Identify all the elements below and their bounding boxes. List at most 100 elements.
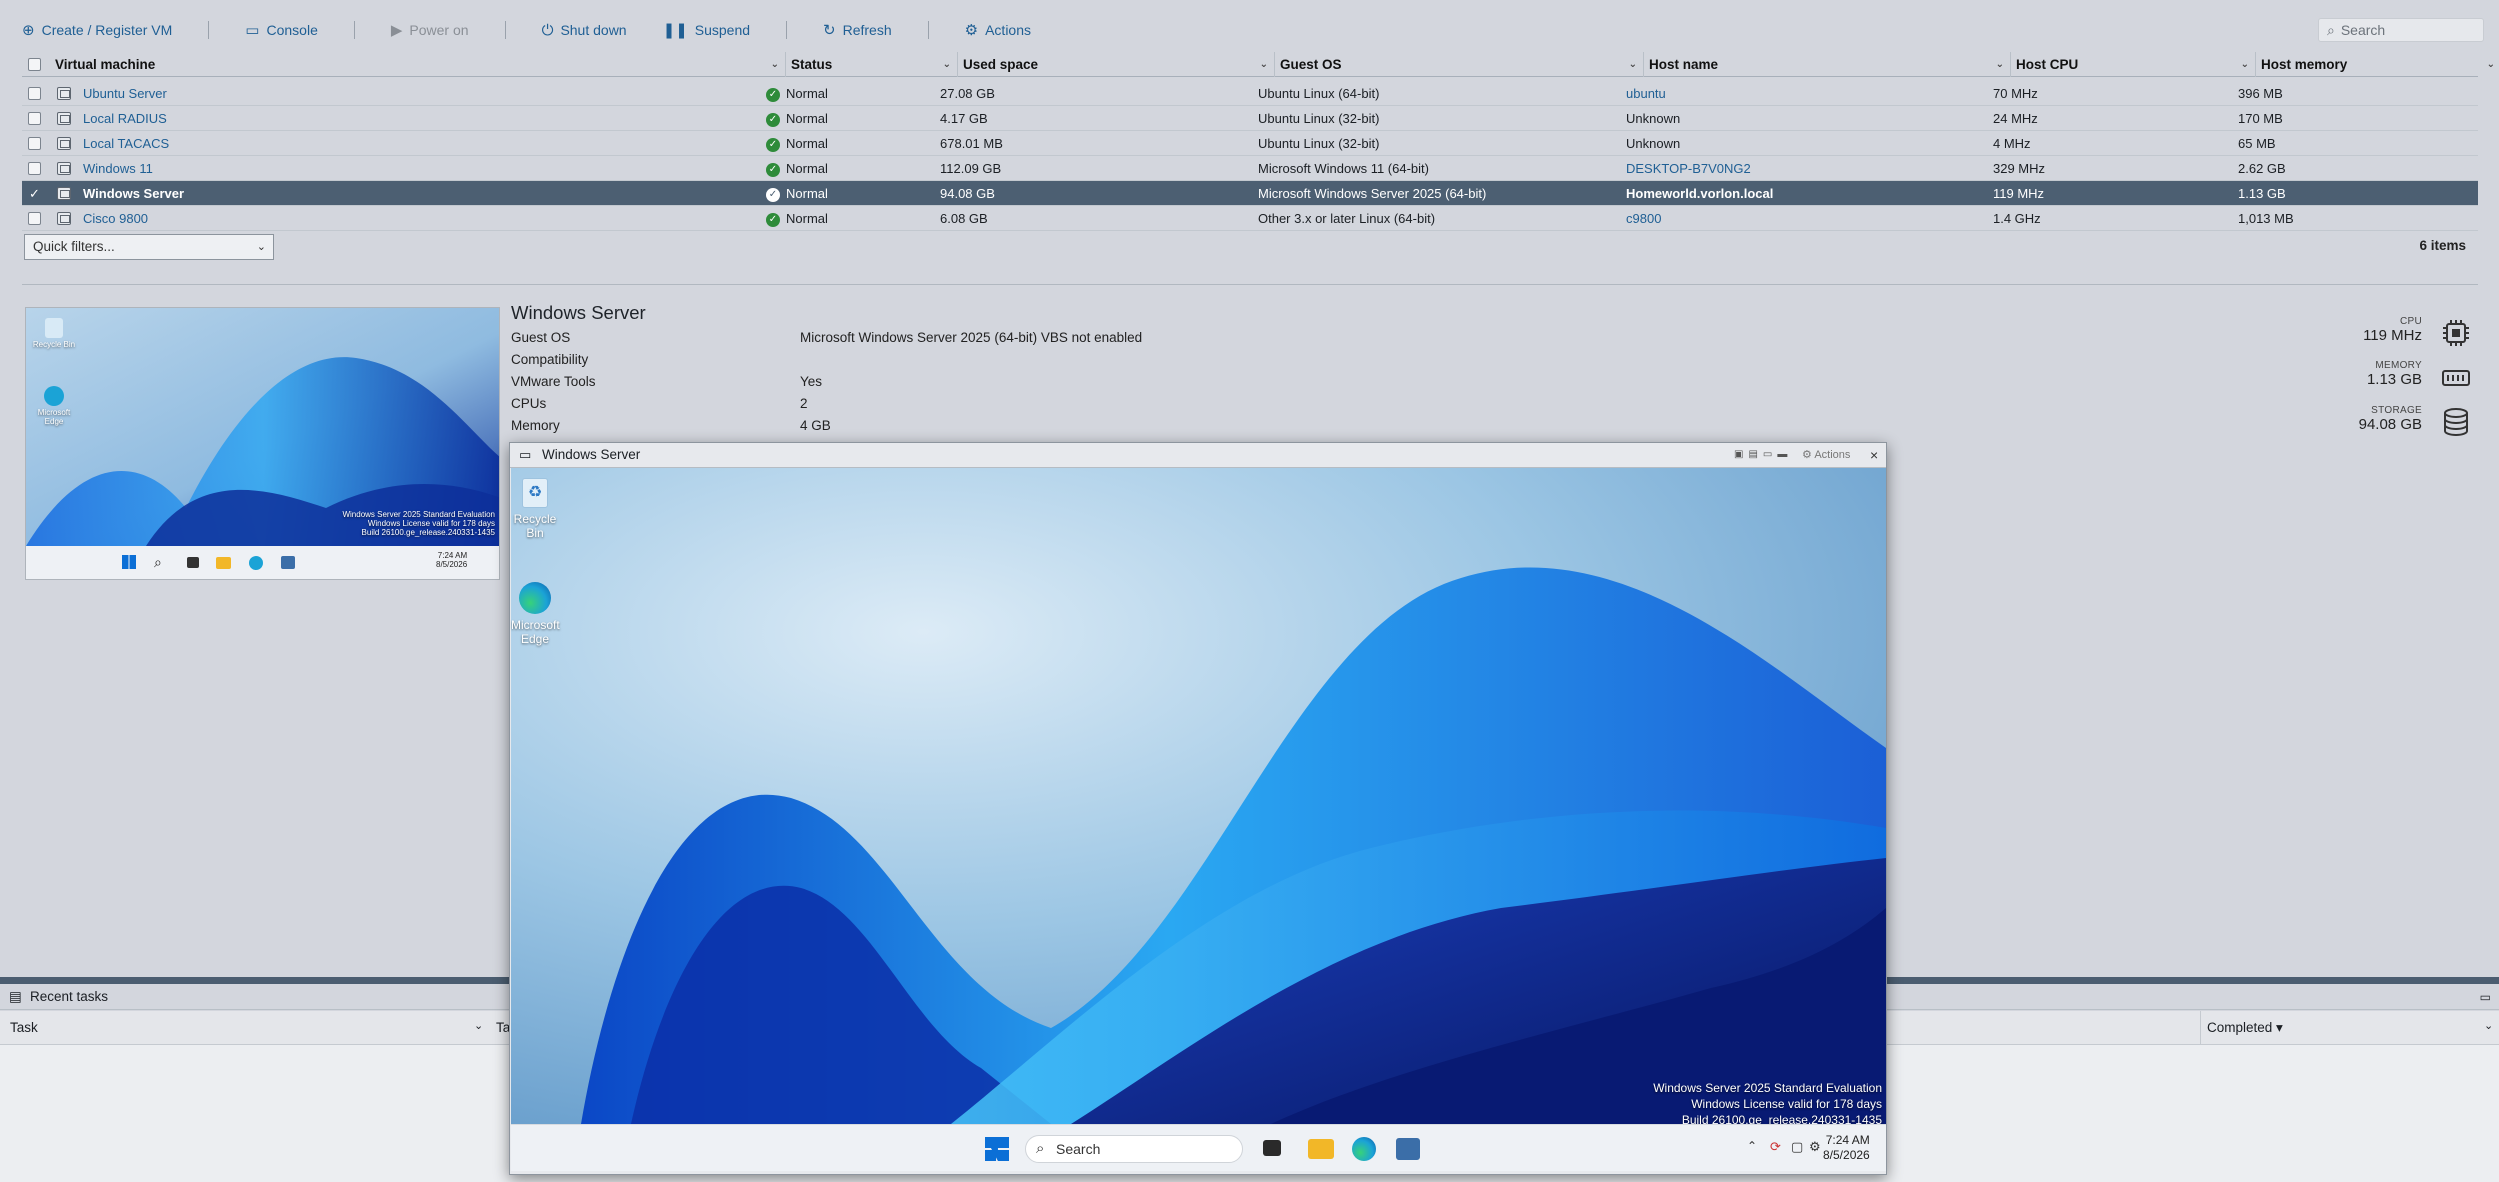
table-row[interactable]: Cisco 9800 ✓ Normal 6.08 GB Other 3.x or … [22,206,2478,231]
thumb-edge-taskbar-icon [249,556,263,570]
column-header-guest-os[interactable]: Guest OS ⌄ [1275,52,1644,77]
column-header-host-memory[interactable]: Host memory ⌄ [2256,52,2499,77]
table-row[interactable]: Local TACACS ✓ Normal 678.01 MB Ubuntu Li… [22,131,2478,156]
console-view-controls[interactable]: ▣▤▭▬ [1734,443,1792,467]
vm-icon [57,187,71,200]
status-cell: ✓ Normal [766,106,828,131]
file-explorer-icon[interactable] [1308,1139,1334,1159]
prop-label-guest-os: Guest OS [511,330,571,345]
row-checkbox[interactable] [28,137,41,150]
vm-name-link[interactable]: Windows Server [83,181,184,206]
taskbar-search[interactable]: ⌕ Search [1025,1135,1243,1163]
create-register-vm-button[interactable]: ⊕ Create / Register VM [22,22,172,38]
search-icon: ⌕ [2327,21,2335,38]
row-checkbox[interactable] [28,87,41,100]
thumb-edge-icon: Microsoft Edge [31,386,77,426]
thumb-server-manager-icon [281,556,295,569]
chevron-down-icon[interactable]: ⌄ [2241,52,2249,77]
console-button[interactable]: ▭ Console [245,22,318,38]
thumb-task-view-icon [187,557,199,568]
table-row[interactable]: Local RADIUS ✓ Normal 4.17 GB Ubuntu Linu… [22,106,2478,131]
vm-name-link[interactable]: Ubuntu Server [83,81,167,106]
column-header-completed[interactable]: Completed ▾ [2207,1020,2283,1036]
select-all-checkbox[interactable] [28,58,41,71]
close-icon[interactable]: × [1870,443,1878,467]
host-cpu-cell: 4 MHz [1993,136,2031,151]
microsoft-edge-icon[interactable]: Microsoft Edge [511,582,560,646]
prop-value-memory: 4 GB [800,418,831,433]
toolbar: ⊕ Create / Register VM ▭ Console ▶ Power on… [0,0,2499,60]
host-name-link[interactable]: DESKTOP-B7V0NG2 [1626,156,1751,181]
used-space-cell: 6.08 GB [940,211,988,226]
check-circle-icon: ✓ [766,137,780,152]
shut-down-button[interactable]: ⏻ Shut down [542,22,627,38]
chevron-down-icon[interactable]: ⌄ [943,52,951,77]
table-row[interactable]: Windows 11 ✓ Normal 112.09 GB Microsoft W… [22,156,2478,181]
chevron-down-icon[interactable]: ⌄ [2487,52,2495,77]
chevron-down-icon[interactable]: ⌄ [1996,52,2004,77]
column-header-used-space[interactable]: Used space ⌄ [958,52,1275,77]
items-count: 6 items [2419,238,2466,253]
suspend-button[interactable]: ❚❚ Suspend [663,22,750,38]
guest-taskbar: ⌕ Search ⌃ ⟳ ▢ ⚙ 7:24 AM 8/5/2026 [511,1124,1886,1171]
host-cpu-cell: 70 MHz [1993,86,2038,101]
actions-button[interactable]: ⚙ Actions [965,22,1031,38]
power-icon: ⏻ [541,21,554,39]
console-title-bar[interactable]: ▭ Windows Server ▣▤▭▬ ⚙ Actions × [510,443,1886,468]
chevron-down-icon[interactable]: ⌄ [2484,1019,2493,1032]
windows-watermark: Windows Server 2025 Standard Evaluation W… [1653,1081,1882,1124]
table-row-selected[interactable]: ✓ Windows Server ✓ Normal 94.08 GB Micros… [22,181,2478,206]
table-row[interactable]: Ubuntu Server ✓ Normal 27.08 GB Ubuntu Li… [22,81,2478,106]
recycle-bin-icon[interactable]: ♻ Recycle Bin [513,478,557,540]
column-header-task[interactable]: Task [10,1020,38,1035]
start-icon[interactable] [985,1137,1009,1161]
used-space-cell: 94.08 GB [940,186,995,201]
column-header-host-name[interactable]: Host name ⌄ [1644,52,2011,77]
chevron-down-icon[interactable]: ⌄ [474,1019,483,1032]
refresh-button[interactable]: ↻ Refresh [823,22,892,38]
power-on-button[interactable]: ▶ Power on [391,22,469,38]
taskbar-clock[interactable]: 7:24 AM 8/5/2026 [1823,1133,1870,1163]
vm-name-link[interactable]: Local RADIUS [83,106,167,131]
console-window[interactable]: ▭ Windows Server ▣▤▭▬ ⚙ Actions × ♻ Recyc… [509,442,1887,1175]
vm-name-link[interactable]: Local TACACS [83,131,169,156]
network-icon[interactable]: ▢ [1791,1139,1803,1155]
vm-name-link[interactable]: Cisco 9800 [83,206,148,231]
collapse-icon[interactable]: ▭ [2480,984,2491,1010]
console-actions-button[interactable]: ⚙ Actions [1802,443,1850,467]
vm-name-link[interactable]: Windows 11 [83,156,153,181]
prop-label-vmware-tools: VMware Tools [511,374,596,389]
chevron-down-icon[interactable]: ⌄ [771,52,779,77]
host-name-link[interactable]: Homeworld.vorlon.local [1626,181,1773,206]
chevron-up-icon[interactable]: ⌃ [1747,1139,1757,1153]
host-name-link[interactable]: ubuntu [1626,81,1666,106]
vm-screen-thumbnail[interactable]: Recycle Bin Microsoft Edge Windows Serve… [25,307,500,580]
chevron-down-icon[interactable]: ⌄ [1629,52,1637,77]
row-checkbox[interactable] [28,212,41,225]
status-cell: ✓ Normal [766,206,828,231]
storage-icon [2444,408,2468,437]
task-view-icon[interactable] [1263,1140,1281,1156]
row-checkbox[interactable] [28,112,41,125]
defender-icon[interactable]: ⟳ [1770,1139,1781,1155]
status-cell: ✓ Normal [766,181,828,206]
chevron-down-icon[interactable]: ⌄ [1260,52,1268,77]
volume-icon[interactable]: ⚙ [1809,1139,1821,1155]
server-manager-icon[interactable] [1396,1138,1420,1160]
column-header-host-cpu[interactable]: Host CPU ⌄ [2011,52,2256,77]
console-icon: ▭ [245,21,260,39]
row-checkbox[interactable]: ✓ [28,187,41,200]
host-memory-cell: 65 MB [2238,136,2276,151]
chevron-down-icon: ⌄ [256,241,266,253]
quick-filters-select[interactable]: Quick filters... ⌄ [24,234,274,260]
column-header-virtual-machine[interactable]: Virtual machine ⌄ [50,52,786,77]
guest-desktop[interactable]: ♻ Recycle Bin Microsoft Edge Windows Serve… [511,468,1886,1124]
column-header-status[interactable]: Status ⌄ [786,52,958,77]
edge-taskbar-icon[interactable] [1352,1137,1376,1161]
thumb-folder-icon [216,557,231,569]
prop-label-compatibility: Compatibility [511,352,589,367]
row-checkbox[interactable] [28,162,41,175]
search-input[interactable]: ⌕ Search [2318,18,2484,42]
thumbnail-wallpaper [26,308,499,579]
host-name-link[interactable]: c9800 [1626,206,1661,231]
